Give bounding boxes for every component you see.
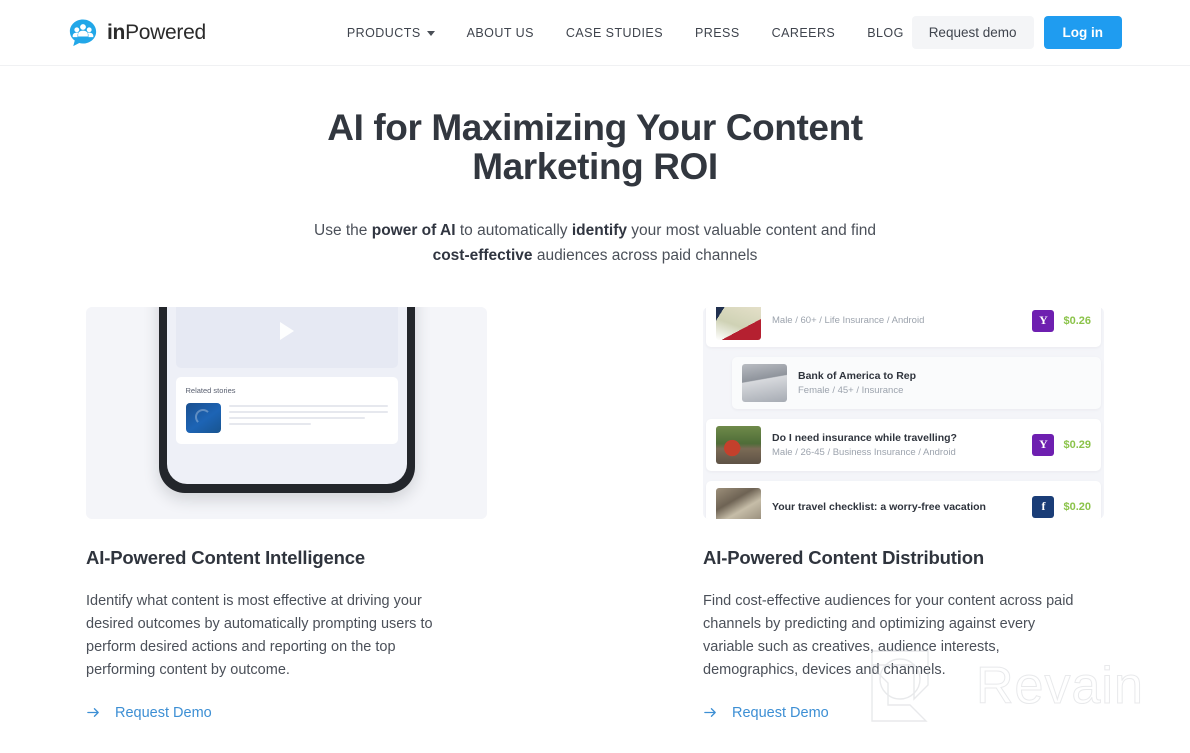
story-thumbnail	[185, 402, 221, 433]
nav-item-blog[interactable]: BLOG	[867, 26, 904, 40]
brand-logo[interactable]: inPowered	[68, 18, 206, 48]
yahoo-channel-icon: Y	[1032, 433, 1055, 456]
feed-row-right: Y $0.26	[1032, 309, 1091, 332]
feed-row-meta: Female / 45+ / Insurance	[798, 384, 904, 396]
brand-name-bold: in	[107, 20, 126, 44]
hero-section: AI for Maximizing Your Content Marketing…	[0, 66, 1190, 268]
request-demo-button[interactable]: Request demo	[911, 16, 1034, 49]
feature-content-distribution: Male / 60+ / Life Insurance / Android Y …	[703, 306, 1104, 721]
inpowered-logo-icon	[68, 18, 98, 48]
nav-item-careers[interactable]: CAREERS	[772, 26, 836, 40]
hero-sub-part-2: to automatically	[455, 221, 572, 239]
feed-row: Bank of America to Rep Female / 45+ / In…	[732, 356, 1101, 409]
nav-item-about-us[interactable]: ABOUT US	[467, 26, 534, 40]
request-demo-link-left[interactable]: Request Demo	[86, 705, 212, 721]
header-actions: Request demo Log in	[911, 16, 1122, 49]
feature-visual-feed: Male / 60+ / Life Insurance / Android Y …	[703, 306, 1104, 519]
phone-mockup: Related stories	[158, 306, 415, 493]
main-navigation: PRODUCTS ABOUT US CASE STUDIES PRESS CAR…	[347, 26, 904, 40]
feed-row-body: Bank of America to Rep Female / 45+ / In…	[798, 370, 1091, 396]
placeholder-line	[228, 416, 366, 419]
rock-thumbnail	[716, 487, 761, 519]
nav-item-products-label: PRODUCTS	[346, 25, 421, 40]
building-thumbnail	[742, 363, 787, 402]
chevron-down-icon	[426, 31, 435, 36]
feed-row-price: $0.20	[1063, 500, 1091, 513]
feature-title: AI-Powered Content Distribution	[703, 546, 985, 568]
related-story-item	[185, 402, 388, 433]
feature-description: Find cost-effective audiences for your c…	[703, 592, 1074, 678]
feed-row-title: Bank of America to Rep	[798, 369, 917, 382]
phone-screen: Related stories	[166, 306, 407, 484]
feed-row-title: Do I need insurance while travelling?	[772, 431, 957, 444]
request-demo-link-label: Request Demo	[115, 704, 212, 721]
brand-name: inPowered	[107, 21, 206, 45]
related-stories-card: Related stories	[175, 376, 398, 444]
feed-row-body: Do I need insurance while travelling? Ma…	[772, 432, 1021, 458]
hero-sub-bold-3: cost-effective	[432, 246, 533, 264]
feed-row-price: $0.29	[1063, 438, 1091, 451]
request-demo-link-right[interactable]: Request Demo	[703, 705, 829, 721]
feed-mockup: Male / 60+ / Life Insurance / Android Y …	[703, 306, 1104, 519]
feature-title: AI-Powered Content Intelligence	[86, 546, 366, 568]
login-button[interactable]: Log in	[1043, 16, 1122, 49]
feed-row-price: $0.26	[1063, 314, 1091, 327]
placeholder-line	[228, 422, 312, 425]
nav-item-products[interactable]: PRODUCTS	[347, 26, 435, 40]
feed-row-title: Your travel checklist: a worry-free vaca…	[772, 500, 986, 513]
facebook-channel-icon: f	[1032, 495, 1055, 518]
feed-row-body: Male / 60+ / Life Insurance / Android	[772, 315, 1021, 326]
placeholder-line	[228, 404, 388, 407]
request-demo-link-label: Request Demo	[732, 704, 829, 721]
flag-thumbnail	[716, 306, 761, 340]
story-text-placeholder	[228, 403, 388, 433]
feed-row-meta: Male / 26-45 / Business Insurance / Andr…	[772, 446, 956, 458]
yahoo-channel-icon: Y	[1032, 309, 1055, 332]
feature-description: Identify what content is most effective …	[86, 592, 433, 678]
brand-name-light: Powered	[125, 20, 206, 44]
hero-subtitle: Use the power of AI to automatically ide…	[295, 218, 895, 268]
page-title: AI for Maximizing Your Content Marketing…	[327, 107, 863, 187]
arrow-right-icon	[86, 705, 101, 720]
site-header: inPowered PRODUCTS ABOUT US CASE STUDIES…	[0, 0, 1190, 66]
feed-row-right: f $0.20	[1032, 495, 1091, 518]
arrow-right-icon	[703, 705, 718, 720]
feed-row: Do I need insurance while travelling? Ma…	[706, 418, 1101, 471]
nav-item-press[interactable]: PRESS	[695, 26, 740, 40]
feed-row: Your travel checklist: a worry-free vaca…	[706, 480, 1101, 519]
feed-row-body: Your travel checklist: a worry-free vaca…	[772, 501, 1021, 513]
car-thumbnail	[716, 425, 761, 464]
feed-row: Male / 60+ / Life Insurance / Android Y …	[706, 306, 1101, 347]
feature-visual-phone: Related stories	[86, 306, 487, 519]
features-section: Related stories AI-Powered Content Intel…	[0, 306, 1190, 721]
hero-sub-bold-1: power of AI	[371, 221, 456, 239]
hero-sub-part-3: your most valuable content and find	[626, 221, 876, 239]
hero-sub-bold-2: identify	[571, 221, 627, 239]
feed-row-meta: Male / 60+ / Life Insurance / Android	[772, 315, 925, 327]
related-stories-title: Related stories	[185, 385, 236, 395]
hero-sub-part-1: Use the	[314, 221, 372, 239]
screen-video-placeholder	[175, 306, 398, 368]
nav-item-case-studies[interactable]: CASE STUDIES	[566, 26, 663, 40]
play-icon	[279, 322, 294, 341]
feature-content-intelligence: Related stories AI-Powered Content Intel…	[86, 306, 487, 721]
feed-row-right: Y $0.29	[1032, 433, 1091, 456]
hero-sub-part-4: audiences across paid channels	[532, 246, 758, 264]
placeholder-line	[228, 410, 388, 413]
